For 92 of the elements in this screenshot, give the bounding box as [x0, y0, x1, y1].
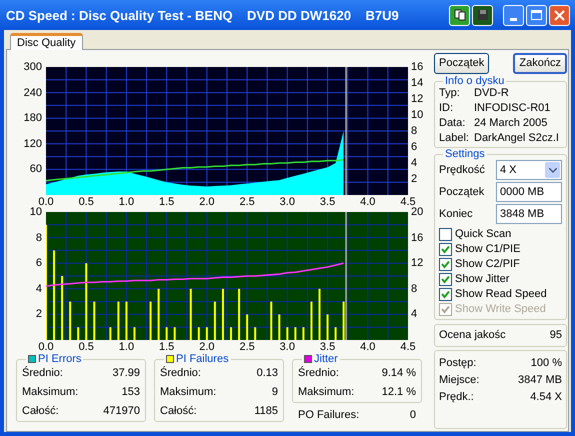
- axis-label: 16: [411, 232, 424, 244]
- stat-value: 4.54 X: [530, 391, 562, 404]
- stat-value: 3847 MB: [518, 374, 562, 387]
- info-label: Typ:: [439, 87, 461, 100]
- info-value: DVD-R: [474, 87, 509, 100]
- axis-label: 1.5: [158, 342, 176, 353]
- stat-value: 9: [272, 386, 278, 399]
- axis-label: 2.0: [198, 197, 216, 208]
- stat-value: 12.1 %: [382, 386, 416, 399]
- axis-label: 1.5: [158, 197, 176, 208]
- stat-value: 471970: [103, 405, 140, 418]
- axis-label: 3.5: [318, 342, 336, 353]
- axis-label: 2: [411, 174, 418, 185]
- axis-label: 60: [28, 164, 42, 176]
- axis-label: 6: [411, 142, 418, 153]
- group-title: Settings: [445, 148, 485, 160]
- axis-label: 8: [411, 284, 418, 295]
- stat-label: Maksimum:: [160, 386, 216, 399]
- axis-label: 1.0: [118, 342, 136, 353]
- group-title: PI Failures: [176, 353, 229, 365]
- axis-label: 20: [411, 207, 424, 218]
- stat-label: PO Failures:: [298, 409, 360, 422]
- info-label: ID:: [439, 102, 454, 115]
- stat-value: 100 %: [530, 357, 562, 370]
- axis-label: 0.5: [78, 197, 95, 208]
- stat-label: Całość:: [160, 405, 197, 418]
- axis-label: 0.5: [78, 342, 95, 353]
- axis-label: 4: [34, 284, 42, 295]
- axis-label: 12: [411, 94, 424, 105]
- stat-label: Prędk.:: [439, 391, 474, 404]
- stat-label: Średnio:: [298, 367, 339, 380]
- axis-label: 8: [411, 126, 418, 137]
- axis-label: 180: [22, 113, 42, 124]
- stat-label: Maksimum:: [22, 386, 78, 399]
- axis-label: 10: [28, 207, 42, 218]
- stat-value: 37.99: [112, 367, 140, 380]
- group-title: PI Errors: [38, 353, 82, 365]
- field-label: Koniec: [439, 208, 473, 220]
- axis-label: 3.0: [278, 197, 296, 208]
- group-title: Info o dysku: [445, 75, 504, 87]
- checkbox-label: Show C1/PIE: [455, 243, 520, 256]
- info-label: Data:: [439, 117, 466, 130]
- checkbox-label: Show Jitter: [455, 273, 510, 286]
- axis-label: 4: [411, 309, 418, 320]
- stat-value: 0: [410, 409, 416, 422]
- axis-label: 4.5: [399, 197, 416, 208]
- field-label: Początek: [439, 186, 484, 198]
- info-label: Label:: [439, 132, 470, 145]
- info-value: INFODISC-R01: [474, 102, 550, 115]
- axis-label: 0.0: [37, 342, 55, 353]
- stat-label: Maksimum:: [298, 386, 354, 399]
- axis-label: 0.0: [38, 197, 55, 208]
- stat-value: 153: [122, 386, 140, 399]
- stat-label: Średnio:: [160, 367, 201, 380]
- checkbox-label: Quick Scan: [455, 228, 512, 241]
- info-value: 24 March 2005: [474, 117, 548, 130]
- stat-label: Postęp:: [439, 357, 476, 370]
- stat-label: Średnio:: [22, 367, 63, 380]
- axis-label: 240: [22, 88, 42, 99]
- field-label: Prędkość: [439, 164, 485, 176]
- axis-label: 4.0: [359, 197, 376, 208]
- axis-label: 2.0: [198, 342, 216, 353]
- axis-label: 2: [34, 309, 42, 320]
- axis-label: 10: [411, 110, 424, 121]
- axis-label: 120: [22, 138, 42, 150]
- axis-label: 4.5: [399, 342, 417, 353]
- stat-label: Ocena jakośc: [439, 329, 506, 342]
- axis-label: 8: [34, 232, 42, 244]
- stat-value: 9.14 %: [382, 367, 416, 380]
- axis-label: 300: [22, 62, 42, 73]
- stat-value: 95: [550, 329, 562, 342]
- checkbox-label: Show C2/PIF: [455, 258, 520, 271]
- axis-label: 4.0: [359, 342, 376, 353]
- stat-value: 0.13: [256, 367, 278, 380]
- axis-label: 6: [34, 258, 42, 270]
- stat-label: Miejsce:: [439, 374, 480, 387]
- axis-label: 3.5: [318, 197, 336, 208]
- stat-label: Całość:: [22, 405, 59, 418]
- axis-label: 2.5: [238, 197, 256, 208]
- axis-label: 14: [411, 78, 424, 89]
- axis-label: 16: [411, 62, 424, 73]
- window-title: CD Speed : Disc Quality Test - BENQ DVD DD DW1620 B7U9: [6, 8, 399, 22]
- axis-label: 3.0: [278, 342, 296, 353]
- axis-label: 12: [411, 258, 424, 270]
- axis-label: 2.5: [238, 342, 256, 353]
- axis-label: 4: [411, 158, 418, 169]
- checkbox-label: Show Write Speed: [455, 303, 546, 316]
- info-value: DarkAngel S2cz.I: [474, 132, 559, 145]
- stat-value: 1185: [254, 405, 278, 418]
- group-title: Jitter: [314, 353, 338, 365]
- axis-label: 1.0: [118, 197, 136, 208]
- checkbox-label: Show Read Speed: [455, 288, 547, 301]
